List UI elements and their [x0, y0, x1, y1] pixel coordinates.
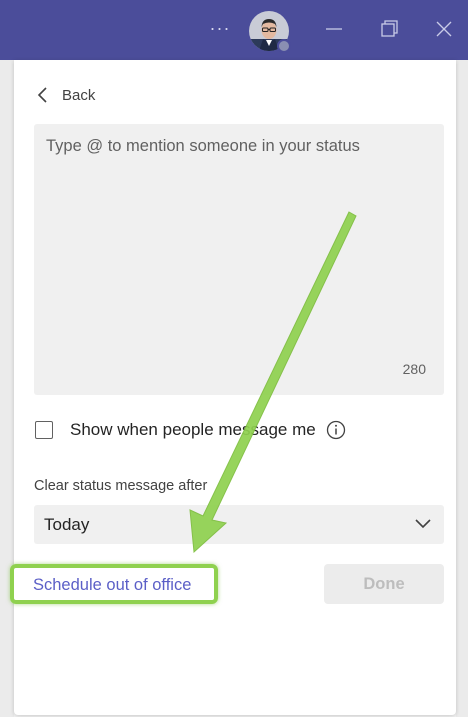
clear-after-label: Clear status message after — [34, 478, 208, 494]
chevron-left-icon — [37, 87, 47, 103]
restore-button[interactable] — [374, 14, 404, 44]
restore-icon — [381, 20, 398, 37]
minimize-button[interactable] — [319, 14, 349, 44]
show-when-message-checkbox[interactable] — [35, 421, 53, 439]
chevron-down-icon — [415, 519, 431, 529]
status-message-placeholder: Type @ to mention someone in your status — [46, 137, 360, 155]
back-label: Back — [62, 86, 96, 104]
presence-status-icon — [277, 39, 291, 53]
character-count: 280 — [402, 361, 426, 377]
avatar[interactable] — [249, 11, 291, 53]
clear-after-dropdown[interactable]: Today — [34, 505, 444, 544]
back-button[interactable]: Back — [36, 82, 95, 108]
title-bar: ··· — [0, 0, 468, 60]
done-button[interactable]: Done — [324, 564, 444, 604]
info-icon[interactable] — [326, 420, 346, 440]
schedule-out-of-office-link[interactable]: Schedule out of office — [33, 576, 191, 595]
show-when-message-row: Show when people message me — [35, 418, 346, 442]
minimize-icon — [326, 28, 342, 30]
close-button[interactable] — [429, 14, 459, 44]
clear-after-value: Today — [44, 515, 90, 534]
background-strip-right — [456, 60, 468, 717]
more-options-button[interactable]: ··· — [208, 18, 232, 38]
highlight-box: Schedule out of office — [10, 564, 218, 604]
close-icon — [436, 21, 452, 37]
show-when-message-label: Show when people message me — [70, 420, 316, 439]
status-message-input[interactable]: Type @ to mention someone in your status… — [34, 124, 444, 395]
background-strip-left — [0, 60, 14, 717]
